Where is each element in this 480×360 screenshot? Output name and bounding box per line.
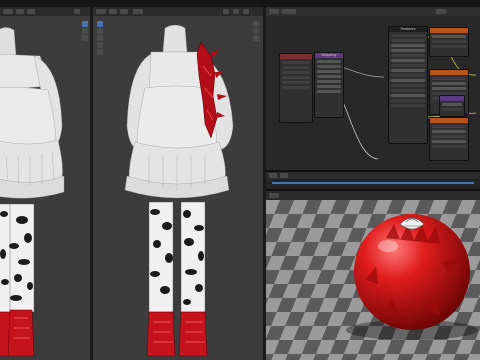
material-preview[interactable] bbox=[266, 191, 480, 360]
socket-row bbox=[391, 74, 425, 77]
node-field[interactable] bbox=[391, 94, 425, 97]
timeline-header bbox=[266, 172, 480, 179]
socket-row bbox=[391, 54, 425, 57]
socket-row bbox=[432, 77, 466, 80]
node-texture-coordinate[interactable] bbox=[279, 53, 313, 123]
socket-row bbox=[391, 39, 425, 42]
scale-tool-icon[interactable] bbox=[97, 42, 103, 48]
keying-button[interactable] bbox=[280, 173, 288, 178]
socket-row bbox=[391, 84, 425, 87]
cursor-tool-icon[interactable] bbox=[97, 21, 103, 27]
pan-icon[interactable] bbox=[253, 28, 259, 34]
socket-row bbox=[282, 81, 310, 84]
node-mix[interactable] bbox=[429, 117, 469, 161]
node-field[interactable] bbox=[317, 90, 341, 93]
socket-row bbox=[432, 125, 466, 128]
node-color-ramp[interactable] bbox=[429, 27, 469, 57]
overlay-button[interactable] bbox=[223, 9, 229, 14]
playback-button[interactable] bbox=[269, 173, 277, 178]
socket-row bbox=[432, 145, 466, 148]
node-field[interactable] bbox=[317, 65, 341, 68]
node-features[interactable]: Features bbox=[388, 26, 428, 144]
node-field[interactable] bbox=[432, 82, 466, 85]
shading-button[interactable] bbox=[74, 9, 80, 14]
node-header bbox=[430, 28, 468, 33]
node-field[interactable] bbox=[391, 69, 425, 72]
avatar-side-model bbox=[124, 24, 234, 357]
node-features-title: Features bbox=[389, 27, 427, 32]
viewport-side-header bbox=[93, 7, 263, 16]
timeline-range-bar[interactable] bbox=[272, 182, 474, 184]
navigation-gizmo bbox=[253, 21, 259, 42]
node-field[interactable] bbox=[442, 103, 462, 106]
shading-button[interactable] bbox=[233, 9, 239, 14]
socket-row bbox=[432, 135, 466, 138]
node-mapping[interactable]: Mapping bbox=[314, 52, 344, 118]
viewport-front-header bbox=[0, 7, 90, 16]
node-header bbox=[280, 54, 312, 59]
rotate-tool-icon[interactable] bbox=[97, 35, 103, 41]
socket-row bbox=[442, 108, 462, 111]
socket-row bbox=[282, 61, 310, 64]
node-field[interactable] bbox=[432, 87, 466, 90]
select-menu-button[interactable] bbox=[16, 9, 24, 14]
socket-row bbox=[282, 86, 310, 89]
node-header bbox=[430, 70, 468, 75]
preview-sphere bbox=[354, 214, 470, 330]
socket-row bbox=[391, 99, 425, 102]
node-field[interactable] bbox=[317, 60, 341, 63]
avatar-front-model bbox=[0, 27, 65, 357]
node-editor[interactable]: Mapping Features bbox=[266, 7, 480, 170]
node-math[interactable] bbox=[439, 95, 465, 117]
node-field[interactable] bbox=[317, 70, 341, 73]
move-tool-icon[interactable] bbox=[97, 28, 103, 34]
viewport-front-toolbar bbox=[82, 21, 88, 42]
node-field[interactable] bbox=[317, 85, 341, 88]
viewport-front[interactable] bbox=[0, 7, 90, 360]
node-field[interactable] bbox=[432, 130, 466, 133]
node-field[interactable] bbox=[391, 44, 425, 47]
socket-row bbox=[432, 45, 466, 48]
node-field[interactable] bbox=[317, 80, 341, 83]
node-header bbox=[440, 96, 464, 101]
node-field[interactable] bbox=[317, 75, 341, 78]
add-menu-button[interactable] bbox=[120, 9, 128, 14]
select-menu-button[interactable] bbox=[109, 9, 117, 14]
socket-row bbox=[282, 66, 310, 69]
toolbar-left bbox=[97, 21, 103, 56]
socket-row bbox=[391, 64, 425, 67]
checker-floor-scene bbox=[266, 200, 480, 360]
socket-row bbox=[432, 40, 466, 43]
object-menu-button[interactable] bbox=[133, 9, 143, 14]
node-field[interactable] bbox=[391, 79, 425, 82]
blender-window: Mapping Features bbox=[0, 0, 480, 360]
material-preview-header bbox=[266, 191, 480, 200]
move-tool-icon[interactable] bbox=[82, 28, 88, 34]
rotate-tool-icon[interactable] bbox=[82, 35, 88, 41]
socket-row bbox=[282, 76, 310, 79]
node-field[interactable] bbox=[391, 59, 425, 62]
transform-tool-icon[interactable] bbox=[97, 49, 103, 55]
window-titlebar bbox=[0, 0, 480, 7]
socket-row bbox=[391, 89, 425, 92]
socket-row bbox=[391, 104, 425, 107]
node-field[interactable] bbox=[432, 140, 466, 143]
view-menu-button[interactable] bbox=[269, 193, 279, 198]
view-menu-button[interactable] bbox=[96, 9, 106, 14]
socket-row bbox=[391, 34, 425, 37]
node-mapping-title: Mapping bbox=[315, 53, 343, 58]
node-header bbox=[430, 118, 468, 123]
timeline[interactable] bbox=[266, 172, 480, 189]
cursor-tool-icon[interactable] bbox=[82, 21, 88, 27]
node-field[interactable] bbox=[432, 35, 466, 38]
camera-icon[interactable] bbox=[253, 35, 259, 41]
node-field[interactable] bbox=[391, 49, 425, 52]
add-menu-button[interactable] bbox=[27, 9, 35, 14]
viewport-side[interactable] bbox=[93, 7, 263, 360]
zoom-icon[interactable] bbox=[253, 21, 259, 27]
view-menu-button[interactable] bbox=[3, 9, 13, 14]
socket-row bbox=[282, 71, 310, 74]
render-preview-icon[interactable] bbox=[243, 9, 249, 14]
